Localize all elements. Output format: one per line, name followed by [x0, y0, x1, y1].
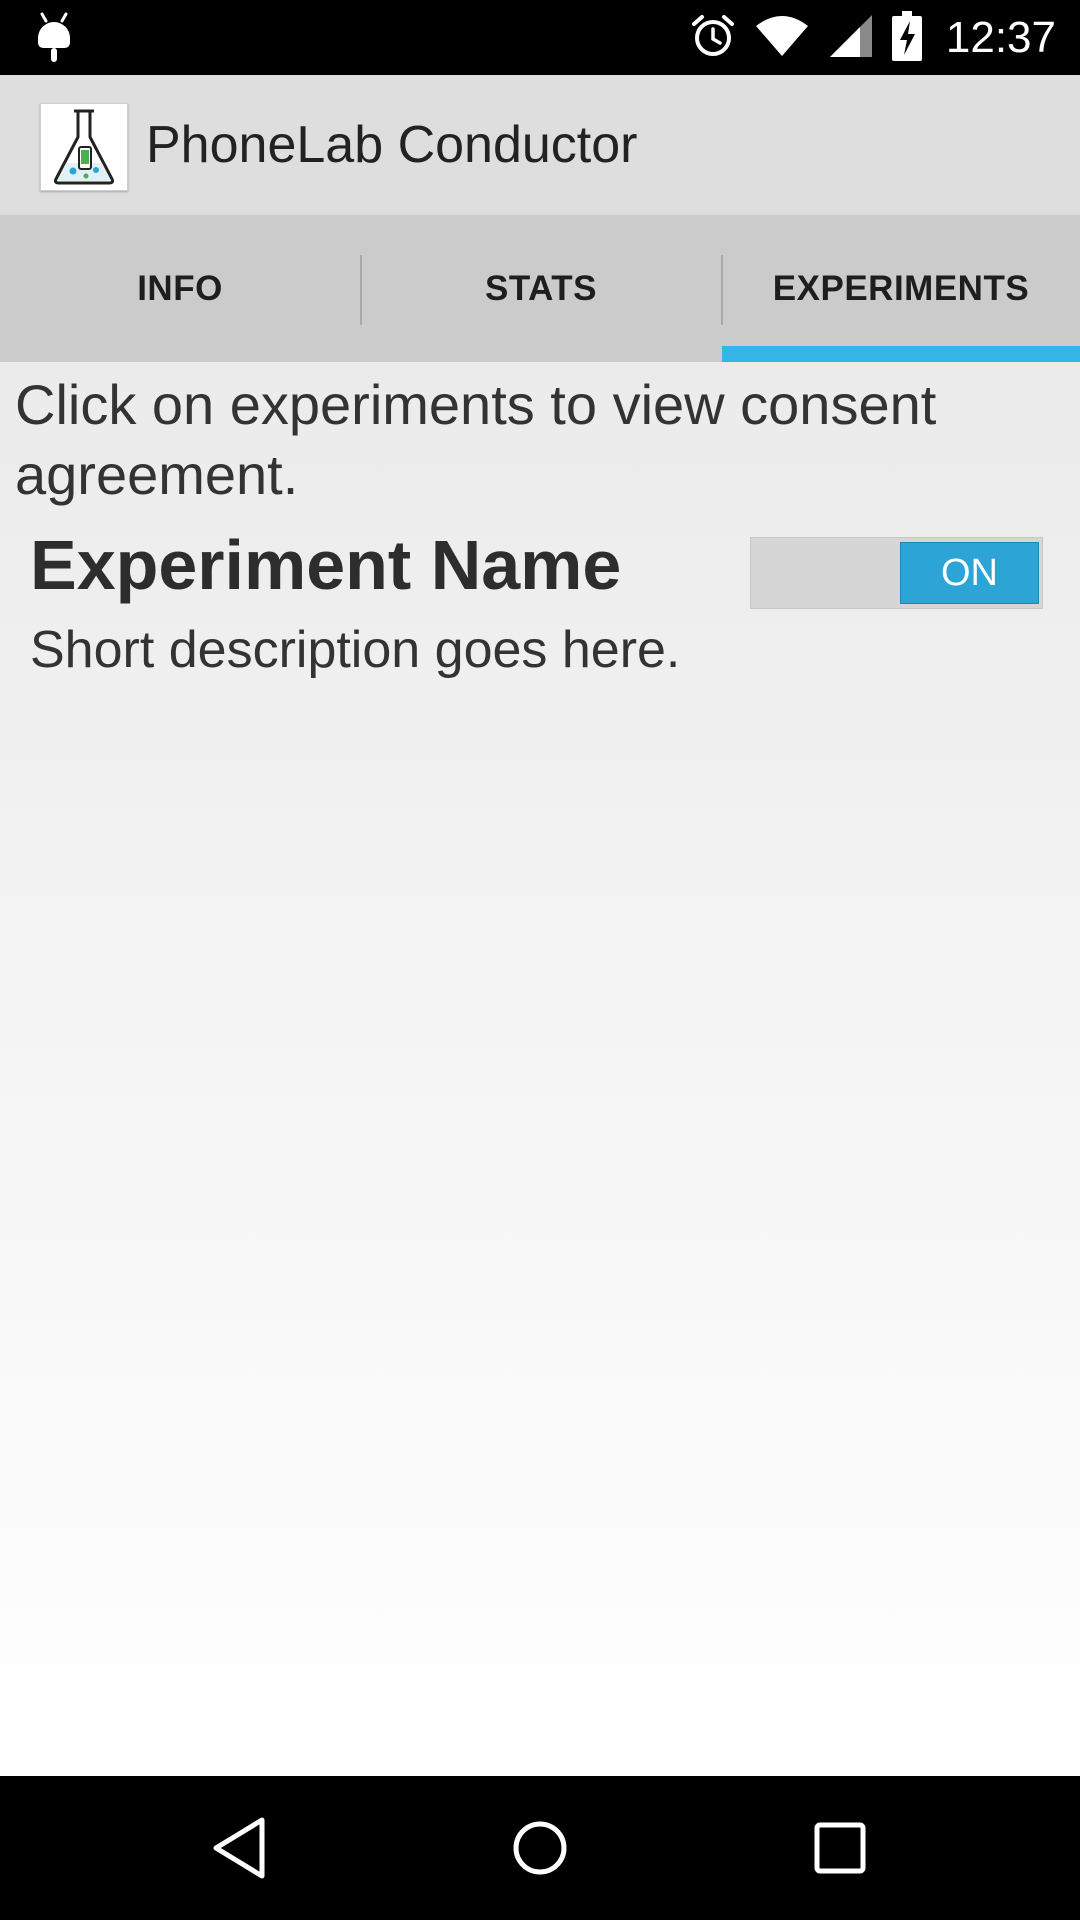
status-bar: 12:37 [0, 0, 1080, 75]
tab-info[interactable]: INFO [0, 215, 360, 362]
tab-bar: INFO STATS EXPERIMENTS [0, 215, 1080, 362]
tab-stats[interactable]: STATS [361, 215, 721, 362]
flask-app-icon[interactable] [40, 103, 128, 191]
tab-info-label: INFO [137, 268, 223, 308]
app-title: PhoneLab Conductor [146, 116, 638, 174]
tab-selected-indicator [722, 346, 1080, 362]
back-icon[interactable] [190, 1798, 290, 1898]
toggle-thumb: ON [900, 542, 1039, 604]
status-icons: 12:37 [690, 0, 1056, 75]
experiment-toggle[interactable]: ON [750, 537, 1043, 609]
android-debug-icon [34, 12, 74, 64]
wifi-icon [754, 14, 810, 62]
home-icon[interactable] [490, 1798, 590, 1898]
recents-icon[interactable] [790, 1798, 890, 1898]
alarm-icon [690, 13, 736, 63]
tab-experiments-label: EXPERIMENTS [772, 268, 1030, 308]
cell-signal-icon [828, 13, 874, 63]
toggle-label: ON [941, 551, 998, 594]
status-time: 12:37 [945, 12, 1056, 62]
tab-experiments[interactable]: EXPERIMENTS [722, 215, 1080, 362]
battery-charging-icon [891, 10, 922, 65]
experiment-description: Short description goes here. [30, 621, 681, 679]
navigation-bar [0, 1776, 1080, 1920]
consent-hint-text: Click on experiments to view consent agr… [15, 373, 937, 506]
experiments-content: Click on experiments to view consent agr… [0, 362, 1080, 1776]
action-bar: PhoneLab Conductor [0, 75, 1080, 215]
experiment-name: Experiment Name [30, 526, 622, 604]
tab-stats-label: STATS [484, 268, 598, 308]
